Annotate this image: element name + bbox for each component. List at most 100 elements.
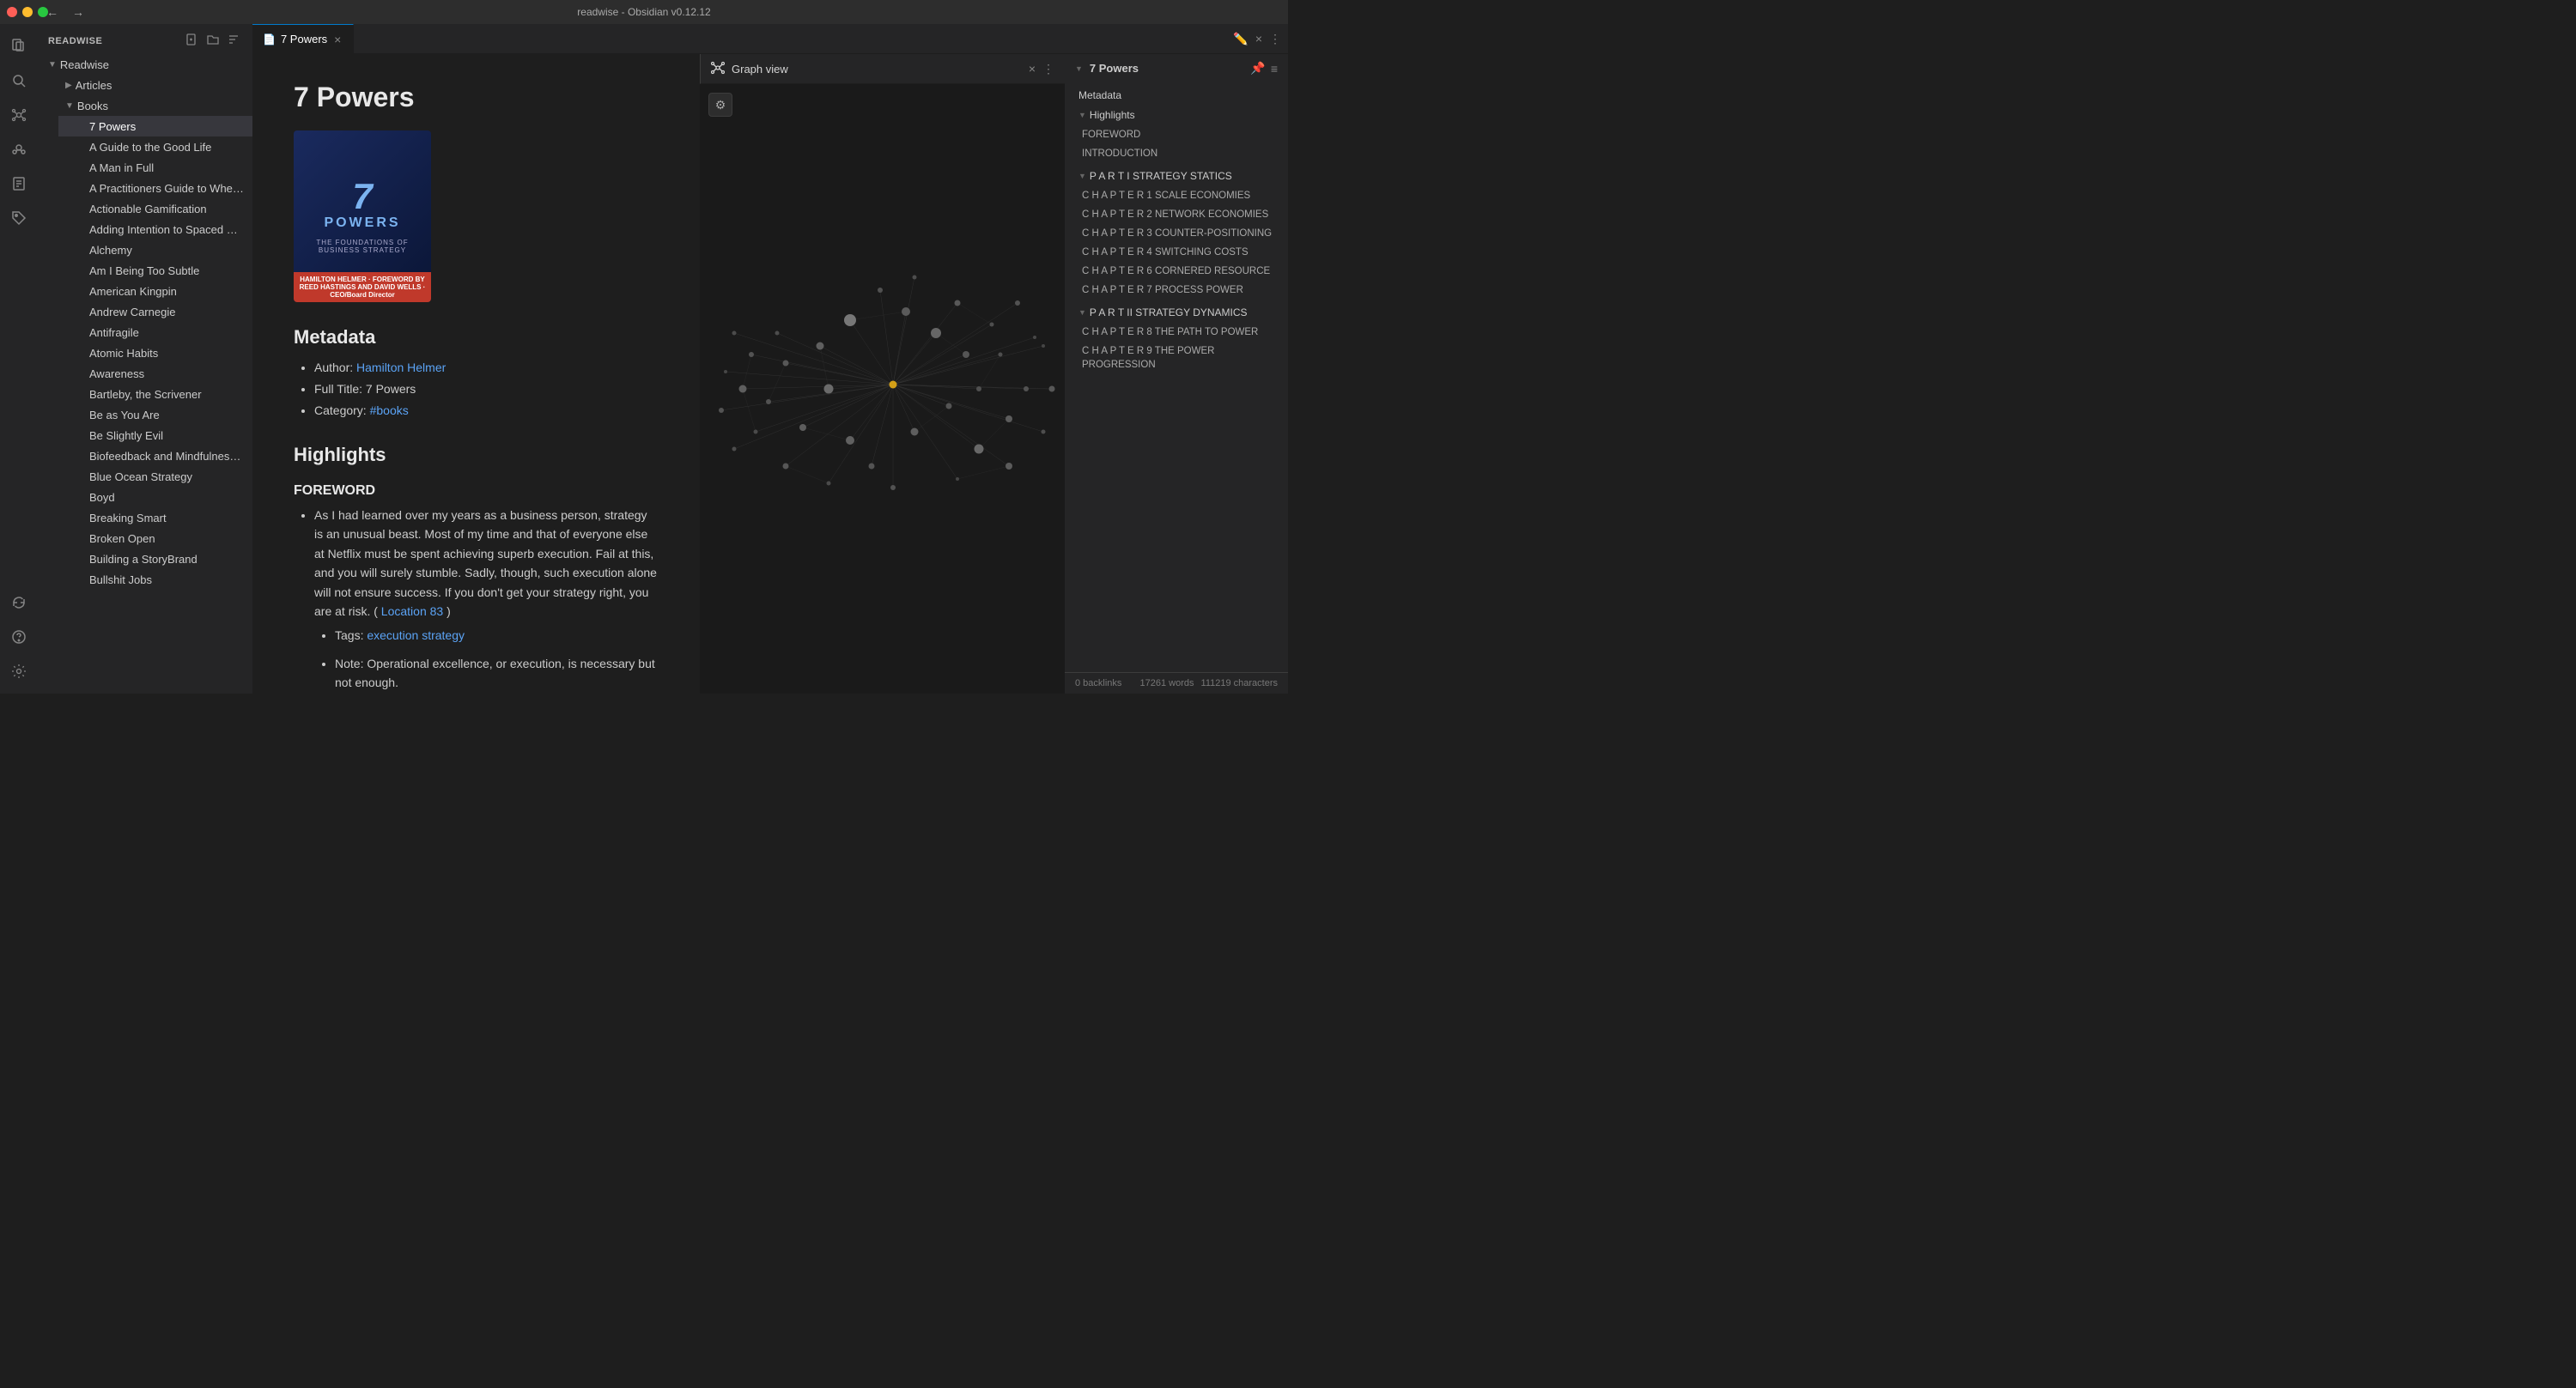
metadata-full-title: Full Title: 7 Powers (314, 380, 659, 398)
new-file-button[interactable] (184, 31, 201, 51)
community-activity-icon[interactable] (3, 134, 34, 165)
explorer-actions (184, 31, 242, 51)
outline-part2[interactable]: ▼ P A R T II STRATEGY DYNAMICS (1065, 303, 1288, 323)
tree-item-breaking[interactable]: Breaking Smart (58, 507, 252, 528)
graph-visualization (700, 84, 1065, 694)
editor-pane[interactable]: 7 Powers 7 POWERS The Foundations of Bus… (252, 54, 700, 694)
tree-item-antifragile[interactable]: Antifragile (58, 322, 252, 342)
tree-item-guide[interactable]: A Guide to the Good Life (58, 136, 252, 157)
outline-part2-arrow: ▼ (1078, 307, 1086, 318)
outline-ch7-label: C H A P T E R 7 PROCESS POWER (1082, 283, 1243, 297)
more-options-button[interactable]: ⋮ (1269, 32, 1281, 46)
outline-metadata-label: Metadata (1078, 88, 1121, 103)
tags-item: Tags: execution strategy (335, 626, 659, 645)
outline-ch7[interactable]: C H A P T E R 7 PROCESS POWER (1065, 281, 1288, 300)
outline-part1[interactable]: ▼ P A R T I STRATEGY STATICS (1065, 167, 1288, 186)
category-link[interactable]: #books (370, 403, 409, 417)
tree-item-bartleby[interactable]: Bartleby, the Scrivener (58, 384, 252, 404)
tree-item-gamification[interactable]: Actionable Gamification (58, 198, 252, 219)
tab-file-icon: 📄 (263, 33, 276, 45)
highlight-item-1: As I had learned over my years as a busi… (314, 506, 659, 694)
location-link[interactable]: Location 83 (381, 604, 443, 618)
highlights-heading: Highlights (294, 444, 659, 466)
outline-ch9-label: C H A P T E R 9 THE POWER PROGRESSION (1082, 344, 1278, 372)
tree-item-atomic[interactable]: Atomic Habits (58, 342, 252, 363)
search-activity-icon[interactable] (3, 65, 34, 96)
foreword-heading: FOREWORD (294, 483, 659, 499)
outline-ch8[interactable]: C H A P T E R 8 THE PATH TO POWER (1065, 323, 1288, 342)
tree-item-be-evil[interactable]: Be Slightly Evil (58, 425, 252, 445)
outline-settings-button[interactable]: ≡ (1271, 61, 1278, 76)
metadata-category: Category: #books (314, 402, 659, 420)
tree-item-7powers[interactable]: 7 Powers (58, 116, 252, 136)
sort-button[interactable] (225, 31, 242, 51)
outline-pin-button[interactable]: 📌 (1250, 61, 1265, 76)
close-window-button[interactable] (7, 7, 17, 17)
tree-item-kingpin[interactable]: American Kingpin (58, 281, 252, 301)
graph-canvas[interactable]: ⚙ (700, 84, 1065, 694)
outline-ch3[interactable]: C H A P T E R 3 COUNTER-POSITIONING (1065, 224, 1288, 243)
outline-ch6-label: C H A P T E R 6 CORNERED RESOURCE (1082, 264, 1270, 278)
tab-7powers[interactable]: 📄 7 Powers × (252, 24, 354, 53)
tree-item-man[interactable]: A Man in Full (58, 157, 252, 178)
outline-ch8-label: C H A P T E R 8 THE PATH TO POWER (1082, 325, 1258, 339)
tree-item-alchemy[interactable]: Alchemy (58, 239, 252, 260)
help-activity-icon[interactable] (3, 621, 34, 652)
tab-close-button[interactable]: × (332, 33, 343, 46)
outline-foreword-label: FOREWORD (1082, 128, 1140, 142)
explorer-header: readwise (38, 24, 252, 54)
graph-close-button[interactable]: × (1029, 62, 1036, 76)
tree-item-awareness[interactable]: Awareness (58, 363, 252, 384)
outline-highlights[interactable]: ▼ Highlights (1065, 106, 1288, 125)
graph-pane: Graph view × ⋮ ⚙ (700, 54, 1065, 694)
graph-view-icon (711, 61, 725, 77)
tree-item-subtle[interactable]: Am I Being Too Subtle (58, 260, 252, 281)
tree-item-bullshit[interactable]: Bullshit Jobs (58, 569, 252, 590)
tree-item-practitioners[interactable]: A Practitioners Guide to When Rea... (58, 178, 252, 198)
graph-activity-icon[interactable] (3, 100, 34, 130)
tree-item-adding[interactable]: Adding Intention to Spaced Repet... (58, 219, 252, 239)
tree-articles[interactable]: ▶ Articles (45, 75, 252, 95)
graph-settings-button[interactable]: ⚙ (708, 93, 732, 117)
graph-more-button[interactable]: ⋮ (1042, 62, 1054, 76)
sync-activity-icon[interactable] (3, 587, 34, 618)
graph-actions: × ⋮ (1029, 62, 1054, 76)
tree-arrow: ▼ (48, 60, 57, 70)
tag-execution[interactable]: execution (367, 628, 418, 642)
outline-foreword[interactable]: FOREWORD (1065, 125, 1288, 144)
bookmarks-activity-icon[interactable] (3, 168, 34, 199)
outline-ch2[interactable]: C H A P T E R 2 NETWORK ECONOMIES (1065, 205, 1288, 224)
note-item: Note: Operational excellence, or executi… (335, 654, 659, 693)
outline-ch1[interactable]: C H A P T E R 1 SCALE ECONOMIES (1065, 186, 1288, 205)
settings-activity-icon[interactable] (3, 656, 34, 687)
forward-button[interactable]: → (69, 5, 88, 19)
tags-activity-icon[interactable] (3, 203, 34, 233)
navigation-controls: ← → (43, 5, 88, 19)
close-editor-button[interactable]: × (1255, 32, 1262, 45)
tree-item-biofeedback[interactable]: Biofeedback and Mindfulness in E... (58, 445, 252, 466)
files-activity-icon[interactable] (3, 31, 34, 62)
tree-books[interactable]: ▼ Books (45, 95, 252, 116)
back-button[interactable]: ← (43, 5, 62, 19)
tree-root-readwise[interactable]: ▼ Readwise (38, 54, 252, 75)
author-link[interactable]: Hamilton Helmer (356, 361, 446, 374)
tree-item-blue[interactable]: Blue Ocean Strategy (58, 466, 252, 487)
outline-ch3-label: C H A P T E R 3 COUNTER-POSITIONING (1082, 227, 1272, 240)
minimize-window-button[interactable] (22, 7, 33, 17)
words-count: 17261 words (1140, 678, 1194, 688)
outline-expand-icon: ▼ (1075, 64, 1083, 73)
tree-item-boyd[interactable]: Boyd (58, 487, 252, 507)
outline-metadata[interactable]: Metadata (1065, 86, 1288, 106)
tag-strategy[interactable]: strategy (422, 628, 465, 642)
tree-item-broken[interactable]: Broken Open (58, 528, 252, 549)
edit-button[interactable]: ✏️ (1233, 32, 1248, 46)
outline-ch4[interactable]: C H A P T E R 4 SWITCHING COSTS (1065, 243, 1288, 262)
tree-item-storybrand[interactable]: Building a StoryBrand (58, 549, 252, 569)
tree-item-be-you[interactable]: Be as You Are (58, 404, 252, 425)
metadata-heading: Metadata (294, 326, 659, 349)
outline-ch9[interactable]: C H A P T E R 9 THE POWER PROGRESSION (1065, 342, 1288, 374)
outline-ch6[interactable]: C H A P T E R 6 CORNERED RESOURCE (1065, 262, 1288, 281)
tree-item-carnegie[interactable]: Andrew Carnegie (58, 301, 252, 322)
outline-introduction[interactable]: INTRODUCTION (1065, 144, 1288, 163)
new-folder-button[interactable] (204, 31, 222, 51)
